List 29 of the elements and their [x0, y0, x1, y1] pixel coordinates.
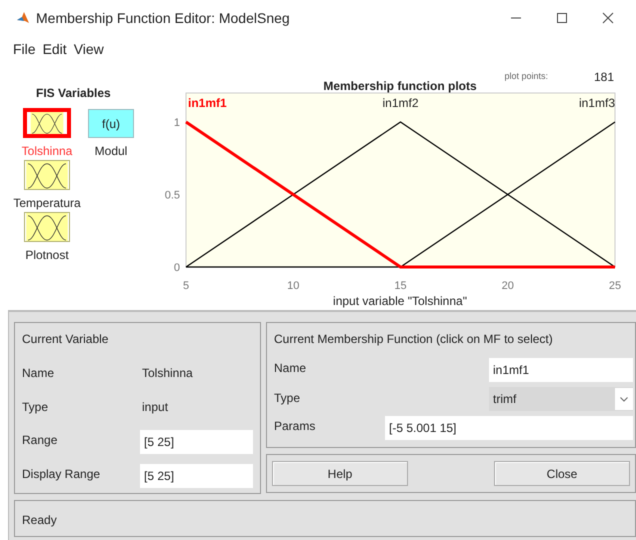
- panel-title: FIS Variables: [36, 85, 111, 102]
- y-tick-label: 0: [174, 262, 180, 274]
- field-label: Type: [22, 399, 48, 416]
- variable-name: Tolshinna: [142, 365, 193, 382]
- status-text: Ready: [22, 512, 57, 529]
- x-tick-label: 10: [287, 280, 300, 292]
- field-label: Name: [22, 365, 54, 382]
- y-tick-label: 1: [174, 117, 180, 129]
- y-tick-label: 0.5: [164, 190, 180, 202]
- variable-label: Temperatura: [13, 195, 81, 212]
- plot-points-label: plot points:: [504, 70, 548, 84]
- panel-title: Current Variable: [22, 331, 108, 348]
- variable-label: Tolshinna: [22, 143, 72, 160]
- x-tick-label: 15: [394, 280, 407, 292]
- x-tick-label: 20: [502, 280, 514, 292]
- field-label: Type: [274, 390, 300, 407]
- x-axis-label: input variable "Tolshinna": [333, 294, 467, 308]
- field-label: Range: [22, 432, 58, 449]
- field-label: Params: [274, 418, 316, 435]
- window-title: Membership Function Editor: ModelSneg: [36, 8, 290, 28]
- x-tick-label: 25: [608, 280, 622, 292]
- chart-title: Membership function plots: [323, 79, 477, 93]
- variable-label: Plotnost: [25, 247, 69, 264]
- variable-label: Modul: [94, 143, 128, 160]
- field-label: Name: [274, 360, 306, 377]
- variable-type: input: [142, 399, 168, 416]
- panel-title: Current Membership Function (click on MF to select): [274, 331, 553, 348]
- x-tick-label: 5: [182, 280, 190, 292]
- field-label: Display Range: [22, 466, 100, 483]
